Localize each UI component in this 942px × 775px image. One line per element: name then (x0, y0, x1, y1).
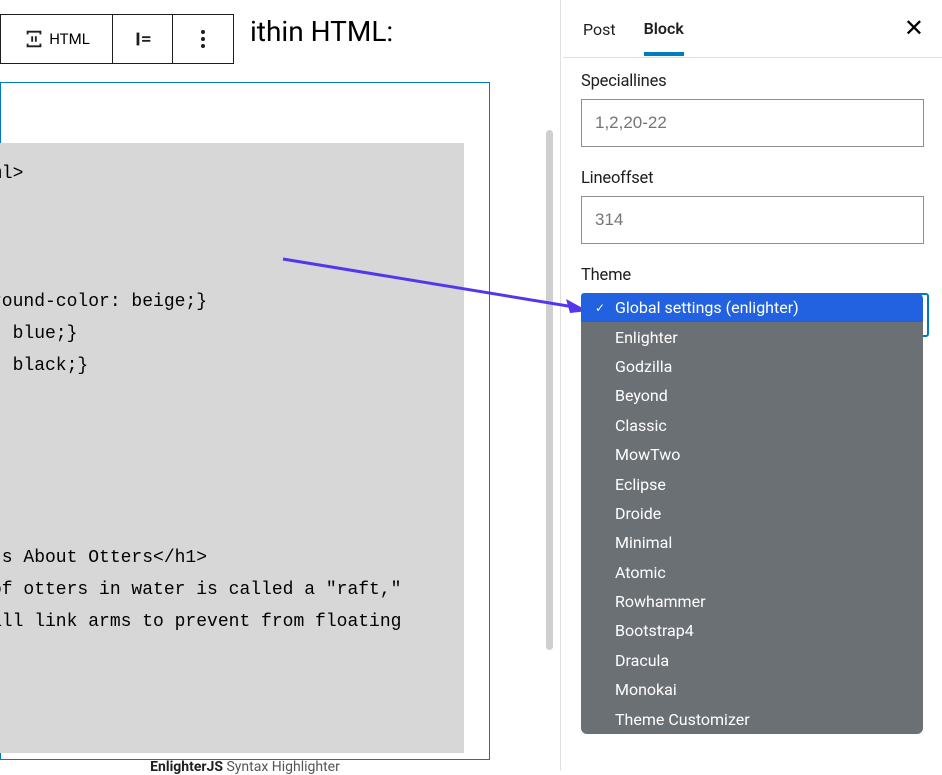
theme-label: Theme (581, 266, 924, 285)
sidebar-tabs: Post Block ✕ (563, 0, 942, 58)
sidebar-divider (560, 0, 561, 771)
speciallines-label: Speciallines (581, 72, 924, 91)
close-sidebar-button[interactable]: ✕ (904, 14, 924, 42)
lineoffset-input[interactable] (581, 196, 924, 244)
tab-block[interactable]: Block (644, 3, 684, 56)
block-settings-fields: Speciallines Lineoffset Theme Global set… (563, 58, 942, 303)
settings-sidebar: Post Block ✕ Speciallines Lineoffset The… (563, 0, 942, 771)
theme-option[interactable]: Droide (581, 499, 923, 528)
block-toolbar: HTML (0, 14, 234, 64)
more-icon (201, 30, 205, 48)
theme-option[interactable]: Atomic (581, 558, 923, 587)
caption-brand: EnlighterJS (150, 759, 223, 775)
code-block[interactable]: ml> round-color: beige;} : blue;} : blac… (0, 143, 464, 753)
code-caption: EnlighterJS Syntax Highlighter (1, 759, 489, 775)
theme-option[interactable]: Theme Customizer (581, 704, 923, 733)
theme-option[interactable]: MowTwo (581, 440, 923, 469)
theme-option[interactable]: Enlighter (581, 322, 923, 351)
block-type-button[interactable]: HTML (1, 15, 113, 63)
theme-dropdown-menu: Global settings (enlighter) Enlighter Go… (581, 293, 923, 734)
speciallines-input[interactable] (581, 99, 924, 147)
theme-option[interactable]: Godzilla (581, 352, 923, 381)
align-icon (132, 28, 154, 50)
align-button[interactable] (113, 15, 173, 63)
theme-option[interactable]: Dracula (581, 646, 923, 675)
theme-option[interactable]: Global settings (enlighter) (581, 293, 923, 322)
caption-text: Syntax Highlighter (223, 759, 340, 775)
theme-option[interactable]: Eclipse (581, 469, 923, 498)
theme-option[interactable]: Bootstrap4 (581, 616, 923, 645)
editor-area: ithin HTML: HTML ml> round-color: beige;… (0, 0, 560, 771)
theme-option[interactable]: Monokai (581, 675, 923, 704)
theme-option[interactable]: Rowhammer (581, 587, 923, 616)
tab-post[interactable]: Post (583, 4, 616, 53)
theme-option[interactable]: Classic (581, 411, 923, 440)
block-type-label: HTML (49, 30, 90, 48)
scrollbar[interactable] (546, 130, 553, 650)
more-options-button[interactable] (173, 15, 233, 63)
html-icon (23, 28, 45, 50)
code-block-wrapper[interactable]: ml> round-color: beige;} : blue;} : blac… (0, 82, 490, 760)
theme-option[interactable]: Beyond (581, 381, 923, 410)
theme-option[interactable]: Minimal (581, 528, 923, 557)
annotation-arrow (278, 255, 588, 315)
heading-fragment: ithin HTML: (250, 15, 393, 48)
lineoffset-label: Lineoffset (581, 169, 924, 188)
